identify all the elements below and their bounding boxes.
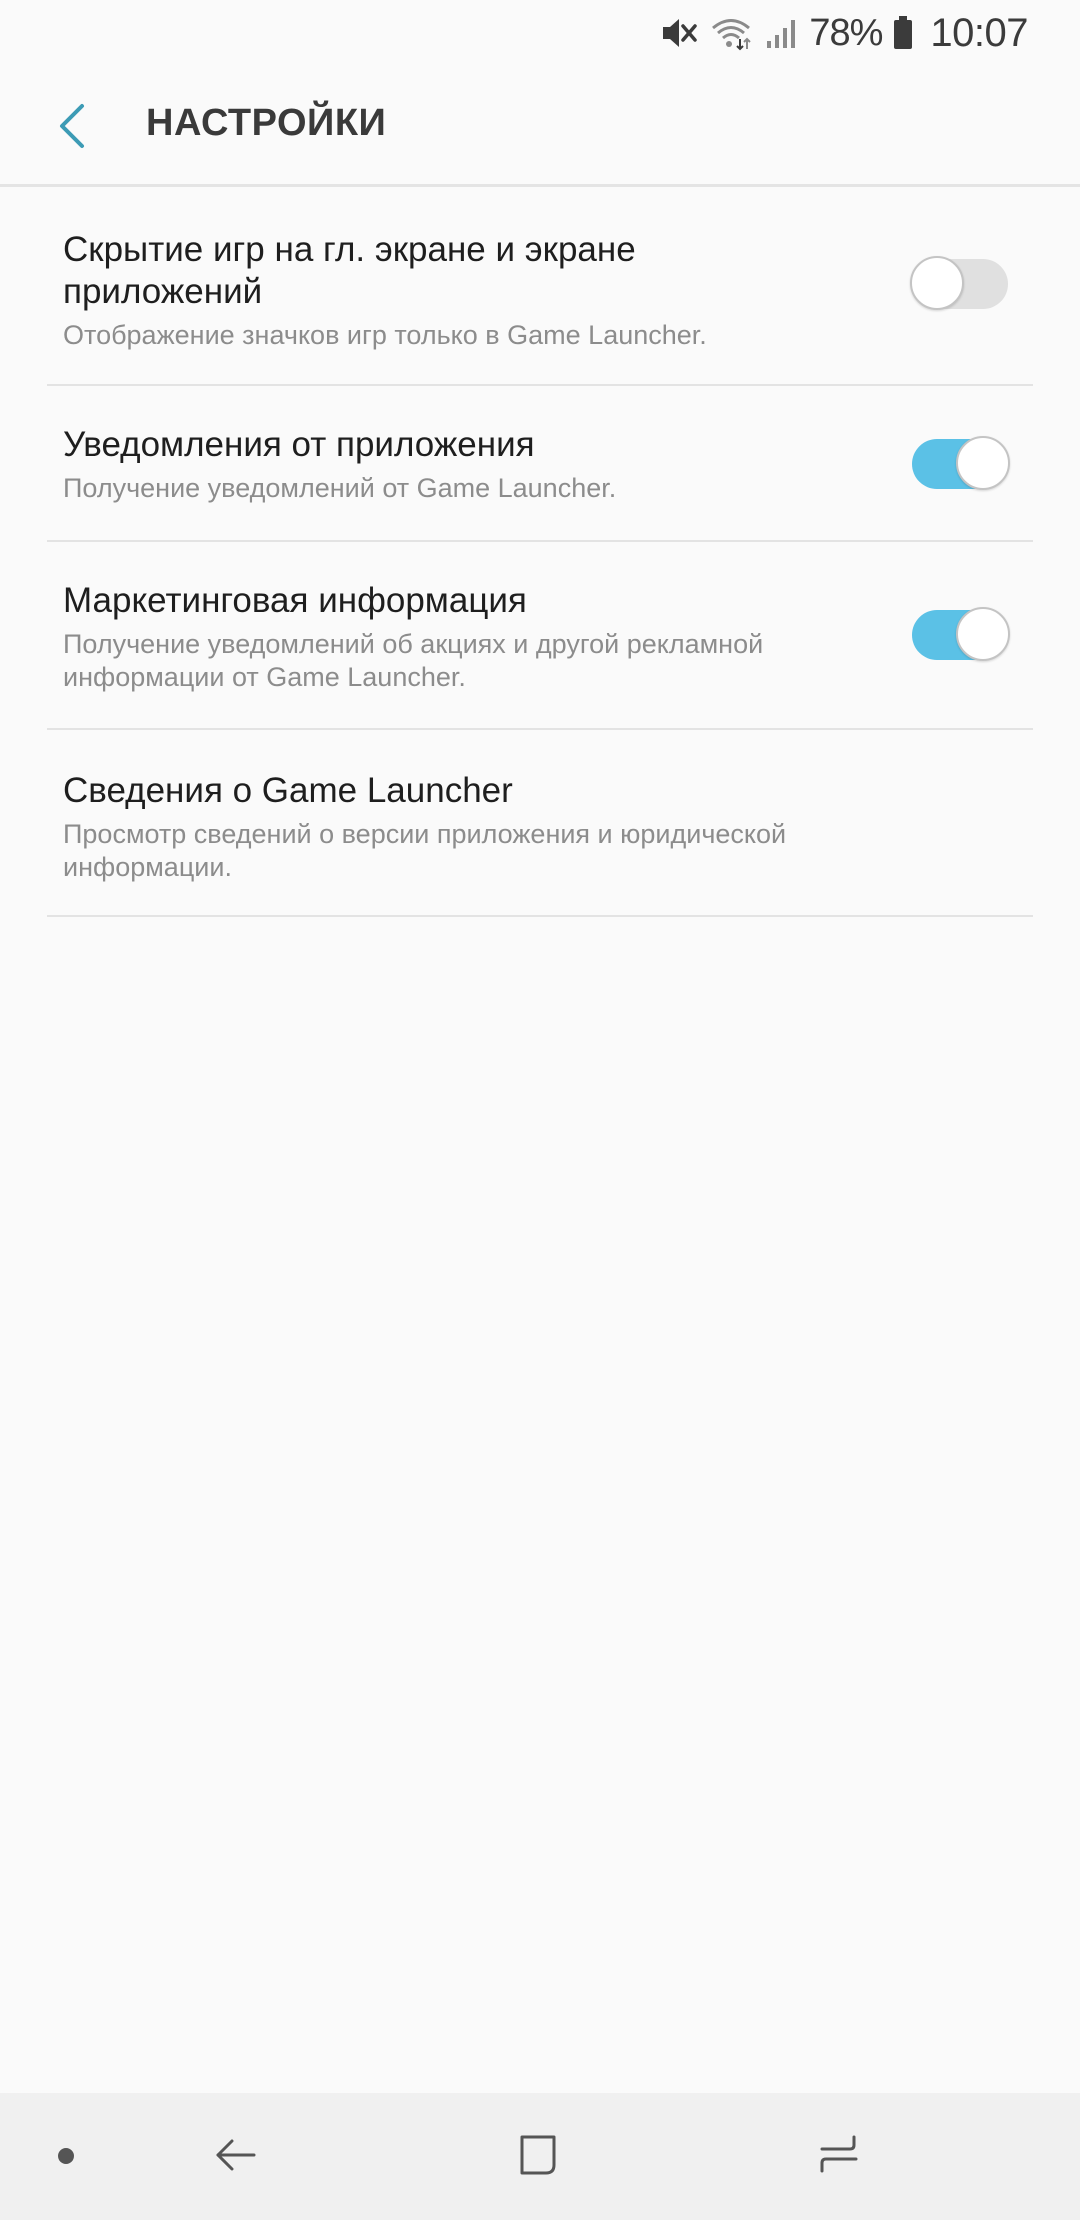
- setting-summary: Отображение значков игр только в Game La…: [63, 320, 707, 350]
- setting-title: Уведомления от приложения: [63, 425, 535, 464]
- nav-bar: [0, 2093, 1080, 2220]
- switch-thumb: [956, 607, 1010, 661]
- setting-title: Скрытие игр на гл. экране и экране прило…: [63, 230, 636, 311]
- recent-apps-icon: [816, 2131, 864, 2184]
- status-icons: 78% 10:07: [659, 8, 1028, 58]
- chevron-left-icon: [56, 102, 88, 155]
- home-square-icon: [514, 2131, 562, 2184]
- nav-dot-icon[interactable]: [58, 2148, 74, 2164]
- back-button[interactable]: [44, 92, 100, 164]
- marketing-info-toggle[interactable]: [910, 607, 1010, 661]
- page-title: НАСТРОЙКИ: [146, 102, 387, 144]
- signal-icon: [763, 15, 799, 51]
- setting-title: Сведения о Game Launcher: [63, 771, 513, 810]
- mute-icon: [659, 15, 699, 51]
- setting-summary: Получение уведомлений об акциях и другой…: [63, 629, 764, 692]
- settings-list: Скрытие игр на гл. экране и экране прило…: [0, 187, 1080, 917]
- setting-title: Маркетинговая информация: [63, 581, 527, 620]
- switch-thumb: [910, 256, 964, 310]
- status-bar: 78% 10:07: [0, 0, 1080, 66]
- back-arrow-icon: [212, 2131, 260, 2184]
- setting-marketing-info[interactable]: Маркетинговая информация Получение уведо…: [0, 542, 1080, 730]
- battery-icon: [892, 15, 914, 51]
- hide-games-toggle[interactable]: [910, 256, 1010, 310]
- setting-app-notifications[interactable]: Уведомления от приложения Получение увед…: [0, 386, 1080, 542]
- status-time: 10:07: [930, 10, 1028, 55]
- app-bar: НАСТРОЙКИ: [0, 66, 1080, 186]
- setting-about-game-launcher[interactable]: Сведения о Game Launcher Просмотр сведен…: [0, 730, 1080, 917]
- nav-back-button[interactable]: [202, 2123, 270, 2191]
- setting-summary: Получение уведомлений от Game Launcher.: [63, 473, 617, 503]
- row-divider: [47, 915, 1033, 917]
- setting-summary: Просмотр сведений о версии приложения и …: [63, 819, 787, 882]
- nav-recent-button[interactable]: [806, 2123, 874, 2191]
- setting-hide-games[interactable]: Скрытие игр на гл. экране и экране прило…: [0, 187, 1080, 386]
- battery-percent: 78%: [809, 11, 883, 54]
- app-notifications-toggle[interactable]: [910, 436, 1010, 490]
- wifi-icon: [709, 15, 753, 51]
- nav-home-button[interactable]: [504, 2123, 572, 2191]
- switch-thumb: [956, 436, 1010, 490]
